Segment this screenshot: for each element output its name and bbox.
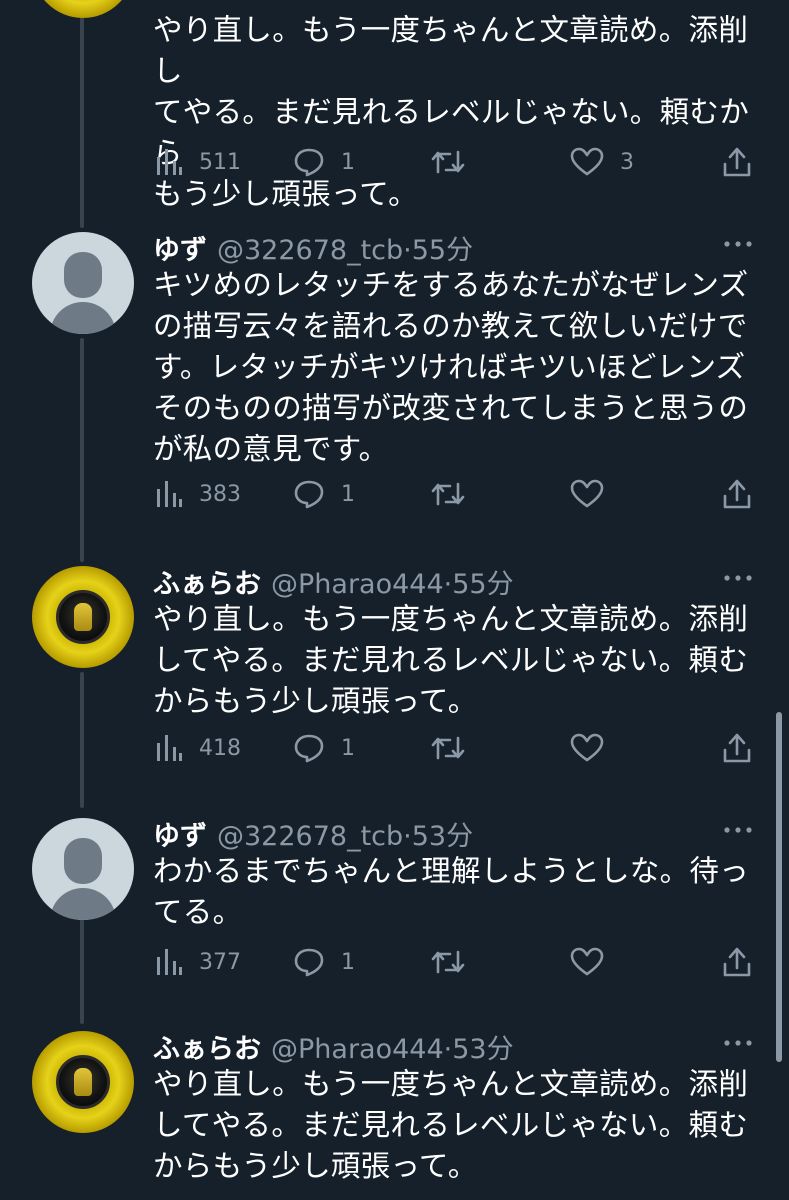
reply-count: 1 xyxy=(341,481,355,507)
display-name[interactable]: ふぁらお xyxy=(153,1027,261,1066)
share-button[interactable] xyxy=(722,474,752,514)
reply-thread-timeline: やり直し。もう一度ちゃんと文章読め。添削し てやる。まだ見れるレベルじゃない。頼… xyxy=(0,0,789,1200)
tweet-header: ふぁらお @Pharao444 · 55分 xyxy=(153,562,514,601)
user-handle[interactable]: @Pharao444 xyxy=(271,569,444,600)
more-dots-icon[interactable] xyxy=(723,234,753,254)
share-icon xyxy=(723,947,751,977)
separator-dot: · xyxy=(403,235,412,266)
like-button[interactable]: 3 xyxy=(570,142,634,182)
thread-connector-line xyxy=(80,0,84,228)
speech-bubble-icon xyxy=(294,148,324,177)
heart-icon xyxy=(570,947,604,976)
more-dots-icon[interactable] xyxy=(723,568,753,588)
user-handle[interactable]: @Pharao444 xyxy=(271,1034,444,1065)
bar-chart-icon xyxy=(157,735,182,761)
timestamp[interactable]: 55分 xyxy=(452,562,513,601)
reply-button[interactable]: 1 xyxy=(293,474,355,514)
tweet-header: ゆず @322678_tcb · 55分 xyxy=(153,228,473,267)
views-count: 383 xyxy=(199,481,241,507)
reply-count: 1 xyxy=(341,735,355,761)
share-icon xyxy=(723,147,751,177)
separator-dot: · xyxy=(403,821,412,852)
retweet-button[interactable] xyxy=(430,942,482,982)
more-dots-icon[interactable] xyxy=(723,1033,753,1053)
views-button[interactable]: 383 xyxy=(155,474,241,514)
share-button[interactable] xyxy=(722,728,752,768)
bar-chart-icon xyxy=(157,149,182,175)
avatar[interactable] xyxy=(32,818,134,920)
avatar[interactable] xyxy=(32,1031,134,1133)
like-button[interactable] xyxy=(570,942,620,982)
timestamp[interactable]: 53分 xyxy=(452,1027,513,1066)
retweet-icon xyxy=(431,150,465,174)
timestamp[interactable]: 55分 xyxy=(412,228,473,267)
share-icon xyxy=(723,733,751,763)
tweet-text: やり直し。もう一度ちゃんと文章読め。添削 してやる。まだ見れるレベルじゃない。頼… xyxy=(153,602,749,718)
share-button[interactable] xyxy=(722,142,752,182)
views-button[interactable]: 377 xyxy=(155,942,241,982)
display-name[interactable]: ゆず xyxy=(153,814,207,853)
views-count: 377 xyxy=(199,949,241,975)
like-count: 3 xyxy=(620,149,634,175)
display-name[interactable]: ゆず xyxy=(153,228,207,267)
tweet-header: ふぁらお @Pharao444 · 53分 xyxy=(153,1027,514,1066)
display-name[interactable]: ふぁらお xyxy=(153,562,261,601)
reply-button[interactable]: 1 xyxy=(293,142,355,182)
retweet-button[interactable] xyxy=(430,728,482,768)
reply-count: 1 xyxy=(341,149,355,175)
like-button[interactable] xyxy=(570,474,620,514)
retweet-icon xyxy=(431,482,465,506)
reply-button[interactable]: 1 xyxy=(293,728,355,768)
avatar[interactable] xyxy=(32,0,134,18)
tweet-actions: 511 1 3 xyxy=(0,142,789,182)
views-button[interactable]: 511 xyxy=(155,142,241,182)
bar-chart-icon xyxy=(157,949,182,975)
reply-count: 1 xyxy=(341,949,355,975)
scrollbar-thumb[interactable] xyxy=(776,712,782,1062)
tweet-actions: 383 1 xyxy=(0,474,789,514)
tweet-text: やり直し。もう一度ちゃんと文章読め。添削 してやる。まだ見れるレベルじゃない。頼… xyxy=(153,1067,749,1183)
thread-connector-line xyxy=(80,338,84,562)
share-button[interactable] xyxy=(722,942,752,982)
bar-chart-icon xyxy=(157,481,182,507)
retweet-icon xyxy=(431,736,465,760)
speech-bubble-icon xyxy=(294,948,324,977)
separator-dot: · xyxy=(443,569,453,600)
heart-icon xyxy=(570,147,604,176)
tweet-text: やり直し。もう一度ちゃんと文章読め。添削し てやる。まだ見れるレベルじゃない。頼… xyxy=(153,13,749,211)
timestamp[interactable]: 53分 xyxy=(412,814,473,853)
views-count: 511 xyxy=(199,149,241,175)
speech-bubble-icon xyxy=(294,734,324,763)
more-dots-icon[interactable] xyxy=(723,820,753,840)
heart-icon xyxy=(570,479,604,508)
avatar[interactable] xyxy=(32,566,134,668)
avatar-lens-image xyxy=(56,590,110,644)
reply-button[interactable]: 1 xyxy=(293,942,355,982)
avatar[interactable] xyxy=(32,232,134,334)
user-handle[interactable]: @322678_tcb xyxy=(217,235,403,266)
share-icon xyxy=(723,479,751,509)
retweet-button[interactable] xyxy=(430,142,482,182)
user-handle[interactable]: @322678_tcb xyxy=(217,821,403,852)
tweet-actions: 418 1 xyxy=(0,728,789,768)
heart-icon xyxy=(570,733,604,762)
retweet-icon xyxy=(431,950,465,974)
tweet-text: キツめのレタッチをするあなたがなぜレンズ の描写云々を語れるのか教えて欲しいだけ… xyxy=(153,268,749,466)
avatar-lens-image xyxy=(56,1055,110,1109)
views-button[interactable]: 418 xyxy=(155,728,241,768)
views-count: 418 xyxy=(199,735,241,761)
tweet-text: わかるまでちゃんと理解しようとしな。待っ てる。 xyxy=(153,854,749,929)
retweet-button[interactable] xyxy=(430,474,482,514)
tweet-header: ゆず @322678_tcb · 53分 xyxy=(153,814,473,853)
tweet-actions: 377 1 xyxy=(0,942,789,982)
separator-dot: · xyxy=(443,1034,453,1065)
speech-bubble-icon xyxy=(294,480,324,509)
like-button[interactable] xyxy=(570,728,620,768)
